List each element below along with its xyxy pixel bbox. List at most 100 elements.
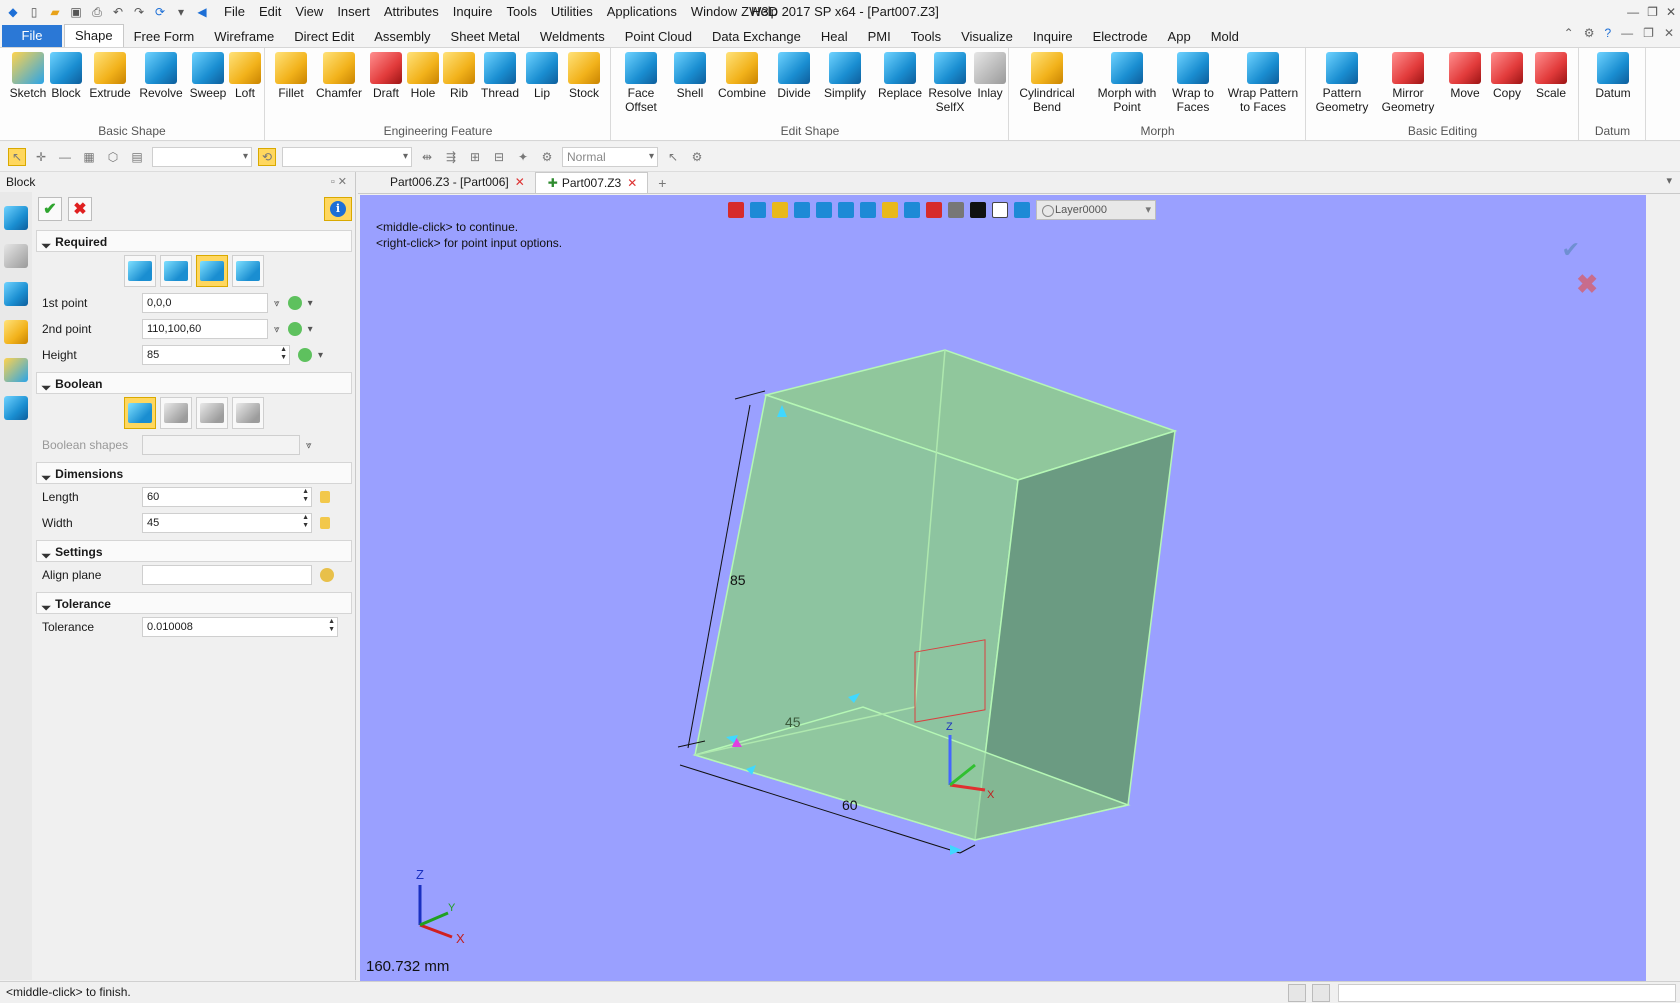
new-file-icon[interactable]: ▯ [25,3,43,21]
first-point-input[interactable]: 0,0,0 [142,293,268,313]
tab-inquire[interactable]: Inquire [1023,26,1083,48]
pick-height-icon[interactable] [298,348,312,362]
close-tab-icon[interactable]: ✕ [627,176,637,190]
length-input[interactable]: 60 ▲ ▼ [142,487,312,507]
move-button[interactable]: Move [1447,52,1483,100]
sketch-button[interactable]: Sketch [8,52,48,100]
menu-view[interactable]: View [288,0,330,24]
cancel-button[interactable]: ✖ [68,197,92,221]
pin-icon[interactable]: ✦ [514,148,532,166]
datum-button[interactable]: Datum [1590,52,1636,100]
height-dimension-label[interactable]: 85 [730,572,746,588]
polygon-icon[interactable]: ⬡ [104,148,122,166]
part-icon[interactable] [4,320,28,344]
align-icon[interactable]: ⇹ [418,148,436,166]
minimize-icon[interactable]: — [1627,0,1639,24]
tab-tools[interactable]: Tools [901,26,951,48]
minus-icon[interactable]: — [56,148,74,166]
add-tab-icon[interactable]: + [658,173,666,193]
block-type-two-point-option[interactable] [196,255,228,287]
doc-tab-part006[interactable]: Part006.Z3 - [Part006] ✕ [358,172,535,193]
save-icon[interactable]: ▣ [67,3,85,21]
replace-button[interactable]: Replace [874,52,926,100]
collapse-ribbon-icon[interactable]: ⌃ [1564,26,1574,40]
cylindrical-bend-button[interactable]: Cylindrical Bend [1014,52,1080,114]
tab-free-form[interactable]: Free Form [124,26,205,48]
back-arrow-icon[interactable]: ◀ [193,3,211,21]
restore-icon[interactable]: ❐ [1647,0,1658,24]
morph-with-point-button[interactable]: Morph with Point [1092,52,1162,114]
menu-attributes[interactable]: Attributes [377,0,446,24]
resolve-selfx-button[interactable]: Resolve SelfX [928,52,972,114]
block-preview[interactable] [692,349,1178,841]
pick-cursor-icon[interactable]: ↖ [8,147,26,166]
rib-button[interactable]: Rib [442,52,476,100]
snap-icon[interactable]: ⊞ [466,148,484,166]
block-type-edge-option[interactable] [232,255,264,287]
panel-pin-icon[interactable]: ▫ ✕ [331,172,347,192]
tab-file[interactable]: File [2,25,62,47]
gear-small-icon[interactable]: ⚙ [538,148,556,166]
redo-icon[interactable]: ↷ [130,3,148,21]
doc-close-icon[interactable]: ✕ [1664,26,1674,40]
history-tree-icon[interactable] [4,244,28,268]
tab-sheet-metal[interactable]: Sheet Metal [441,26,530,48]
tab-pmi[interactable]: PMI [858,26,901,48]
block-tab-icon[interactable] [4,206,28,230]
height-input[interactable]: 85 ▲ ▼ [142,345,290,365]
spinner-icon[interactable]: ▲ ▼ [302,488,309,504]
menu-edit[interactable]: Edit [252,0,288,24]
shell-button[interactable]: Shell [670,52,710,100]
quick-access-dropdown-icon[interactable]: ▾ [172,3,190,21]
close-tab-icon[interactable]: ✕ [515,175,525,189]
inlay-button[interactable]: Inlay [972,52,1008,100]
tab-data-exchange[interactable]: Data Exchange [702,26,811,48]
menu-help[interactable]: Help [744,0,785,24]
tolerance-input[interactable]: 0.010008 ▲ ▼ [142,617,338,637]
settings-small-icon[interactable]: ⚙ [688,148,706,166]
boolean-intersect-option[interactable] [232,397,264,429]
status-list-icon[interactable] [1312,984,1330,1002]
lock-icon[interactable] [320,491,330,503]
spinner-icon[interactable]: ▲ ▼ [302,514,309,530]
doc-restore-icon[interactable]: ❐ [1643,26,1654,40]
length-handle-icon[interactable] [950,845,962,855]
block-button[interactable]: Block [48,52,84,100]
menu-insert[interactable]: Insert [330,0,377,24]
extrude-button[interactable]: Extrude [88,52,132,100]
tab-weldments[interactable]: Weldments [530,26,615,48]
menu-tools[interactable]: Tools [500,0,544,24]
ok-button[interactable]: ✔ [38,197,62,221]
section-required[interactable]: Required [36,230,352,252]
boolean-shapes-input[interactable] [142,435,300,455]
section-settings[interactable]: Settings [36,540,352,562]
expand-icon[interactable]: ⩔ [274,298,280,309]
menu-utilities[interactable]: Utilities [544,0,600,24]
menu-window[interactable]: Window [684,0,744,24]
dropdown-icon[interactable]: ▾ [318,350,323,361]
width-input[interactable]: 45 ▲ ▼ [142,513,312,533]
menu-inquire[interactable]: Inquire [446,0,500,24]
refresh-icon[interactable]: ⟳ [151,3,169,21]
render-mode-combo[interactable]: Normal [562,146,658,167]
graphics-viewport[interactable]: Layer0000 <middle-click> to continue. <r… [360,195,1646,981]
block-type-center-option[interactable] [124,255,156,287]
draft-button[interactable]: Draft [368,52,404,100]
tab-mold[interactable]: Mold [1201,26,1249,48]
tab-point-cloud[interactable]: Point Cloud [615,26,702,48]
copy-button[interactable]: Copy [1487,52,1527,100]
status-layout-icon[interactable] [1288,984,1306,1002]
expand-icon[interactable]: ⩔ [274,324,280,335]
hole-button[interactable]: Hole [406,52,440,100]
dropdown-icon[interactable]: ▾ [308,324,313,335]
doc-minimize-icon[interactable]: — [1621,26,1633,40]
refresh-filter-icon[interactable]: ⟲ [258,147,276,166]
pick-plane-icon[interactable] [320,568,334,582]
wrap-pattern-to-faces-button[interactable]: Wrap Pattern to Faces [1224,52,1302,114]
tab-list-icon[interactable]: ▾ [1666,174,1672,187]
fillet-button[interactable]: Fillet [272,52,310,100]
pointer-icon[interactable]: ↖ [664,148,682,166]
menu-file[interactable]: File [217,0,252,24]
revolve-button[interactable]: Revolve [138,52,184,100]
tab-direct-edit[interactable]: Direct Edit [284,26,364,48]
